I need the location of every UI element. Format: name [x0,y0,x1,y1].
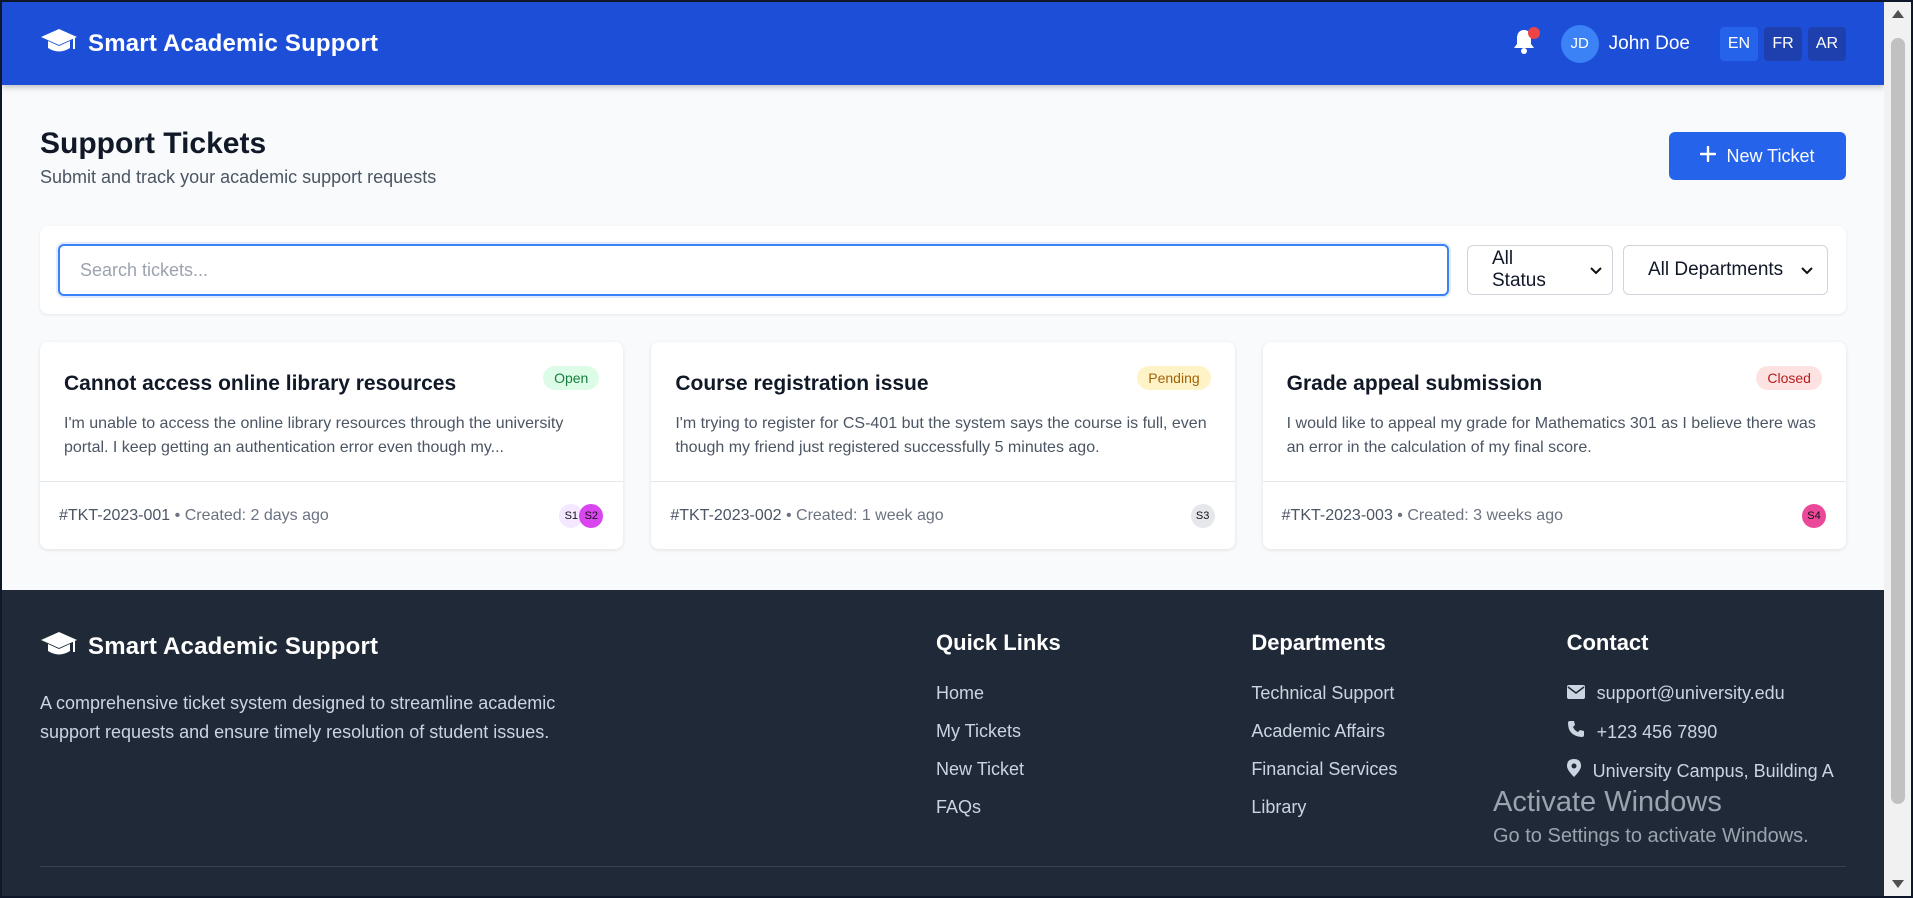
contact-email-text: support@university.edu [1596,683,1785,703]
footer-quick-links: Quick Links Home My Tickets New Ticket F… [936,630,1251,819]
site-footer: Smart Academic Support A comprehensive t… [2,590,1884,896]
browser-viewport: Smart Academic Support JD John Doe EN FR [2,2,1884,896]
assignee-list: S4 [1801,503,1826,528]
status-filter-select[interactable]: All Status [1467,245,1613,295]
ticket-id: #TKT-2023-003 [1281,506,1393,524]
user-menu[interactable]: JD John Doe [1560,24,1690,63]
page-header: Support Tickets Submit and track your ac… [40,127,1846,188]
search-input[interactable] [58,244,1449,296]
avatar: JD [1560,24,1599,63]
department-filter-select[interactable]: All Departments [1623,245,1828,295]
ticket-id: #TKT-2023-001 [59,506,171,524]
ticket-description: I'm unable to access the online library … [64,415,564,456]
brand[interactable]: Smart Academic Support [40,27,378,60]
footer-link-home[interactable]: Home [936,682,1251,705]
notifications-button[interactable] [1509,26,1540,59]
status-badge: Closed [1756,366,1822,390]
language-switcher: EN FR AR [1720,26,1846,61]
ticket-title: Course registration issue [675,372,929,395]
footer-divider [40,866,1846,867]
footer-about: Smart Academic Support A comprehensive t… [40,630,936,819]
footer-brand-name: Smart Academic Support [88,632,379,660]
assignee-avatar: S2 [579,503,604,528]
status-badge: Open [543,366,600,390]
footer-link-financial-services[interactable]: Financial Services [1251,758,1566,781]
footer-link-new-ticket[interactable]: New Ticket [936,758,1251,781]
status-badge: Pending [1137,366,1211,390]
status-filter-value: All Status [1492,248,1546,291]
watermark-title: Activate Windows [1493,786,1722,818]
footer-link-academic-affairs[interactable]: Academic Affairs [1251,720,1566,743]
ticket-card[interactable]: Cannot access online library resources O… [40,342,624,549]
contact-address-text: University Campus, Building A [1592,760,1834,781]
envelope-icon [1566,682,1585,705]
scroll-down-arrow-icon[interactable] [1892,880,1904,888]
chevron-down-icon [1590,259,1602,281]
graduation-cap-icon [40,630,78,663]
ticket-meta: #TKT-2023-001 • Created: 2 days ago [59,507,329,525]
page-subtitle: Submit and track your academic support r… [40,167,437,187]
ticket-created: • Created: 1 week ago [785,506,944,524]
watermark-subtitle: Go to Settings to activate Windows. [1493,825,1809,847]
contact-phone[interactable]: +123 456 7890 [1567,720,1846,744]
lang-fr-button[interactable]: FR [1764,26,1802,61]
footer-quick-links-title: Quick Links [936,630,1061,655]
new-ticket-button[interactable]: New Ticket [1669,132,1846,180]
graduation-cap-icon [40,27,78,60]
ticket-created: • Created: 3 weeks ago [1397,506,1563,524]
footer-brand[interactable]: Smart Academic Support [40,630,936,663]
assignee-list: S1 S2 [559,503,604,528]
ticket-meta: #TKT-2023-003 • Created: 3 weeks ago [1282,507,1563,525]
brand-name: Smart Academic Support [88,29,379,57]
phone-icon [1567,720,1585,744]
activate-windows-watermark: Activate Windows Go to Settings to activ… [1493,786,1809,848]
department-filter-value: All Departments [1648,259,1784,280]
footer-departments-title: Departments [1251,630,1386,655]
ticket-id: #TKT-2023-002 [670,506,782,524]
ticket-list: Cannot access online library resources O… [40,342,1846,549]
user-name: John Doe [1608,32,1690,54]
footer-contact-title: Contact [1566,630,1649,655]
notification-dot [1527,26,1540,39]
ticket-created: • Created: 2 days ago [174,506,329,524]
footer-description: A comprehensive ticket system designed t… [40,693,556,742]
ticket-description: I would like to appeal my grade for Math… [1286,415,1816,456]
header-tools: JD John Doe EN FR AR [1509,24,1846,63]
lang-ar-button[interactable]: AR [1808,26,1846,61]
ticket-card[interactable]: Course registration issue Pending I'm tr… [651,342,1235,549]
map-marker-icon [1566,759,1581,783]
ticket-card[interactable]: Grade appeal submission Closed I would l… [1262,342,1846,549]
chevron-down-icon [1801,259,1813,281]
contact-email[interactable]: support@university.edu [1566,682,1846,705]
ticket-title: Grade appeal submission [1286,372,1543,395]
plus-icon [1700,145,1717,167]
assignee-list: S3 [1190,503,1215,528]
footer-link-technical-support[interactable]: Technical Support [1251,682,1566,705]
ticket-description: I'm trying to register for CS-401 but th… [675,415,1207,456]
page-title: Support Tickets [40,127,267,160]
footer-link-faqs[interactable]: FAQs [936,796,1251,819]
top-navbar: Smart Academic Support JD John Doe EN FR [2,2,1884,85]
contact-address: University Campus, Building A [1566,759,1846,783]
assignee-avatar: S4 [1801,503,1826,528]
footer-link-my-tickets[interactable]: My Tickets [936,720,1251,743]
new-ticket-label: New Ticket [1726,145,1815,166]
ticket-title: Cannot access online library resources [64,372,457,395]
main-content: Support Tickets Submit and track your ac… [2,85,1884,549]
vertical-scrollbar[interactable] [1884,2,1911,896]
ticket-meta: #TKT-2023-002 • Created: 1 week ago [670,507,943,525]
scroll-up-arrow-icon[interactable] [1892,10,1904,18]
contact-phone-text: +123 456 7890 [1596,721,1718,742]
lang-en-button[interactable]: EN [1720,26,1758,61]
scrollbar-thumb[interactable] [1891,38,1905,804]
assignee-avatar: S3 [1190,503,1215,528]
filter-bar: All Status All Departments [40,226,1846,314]
